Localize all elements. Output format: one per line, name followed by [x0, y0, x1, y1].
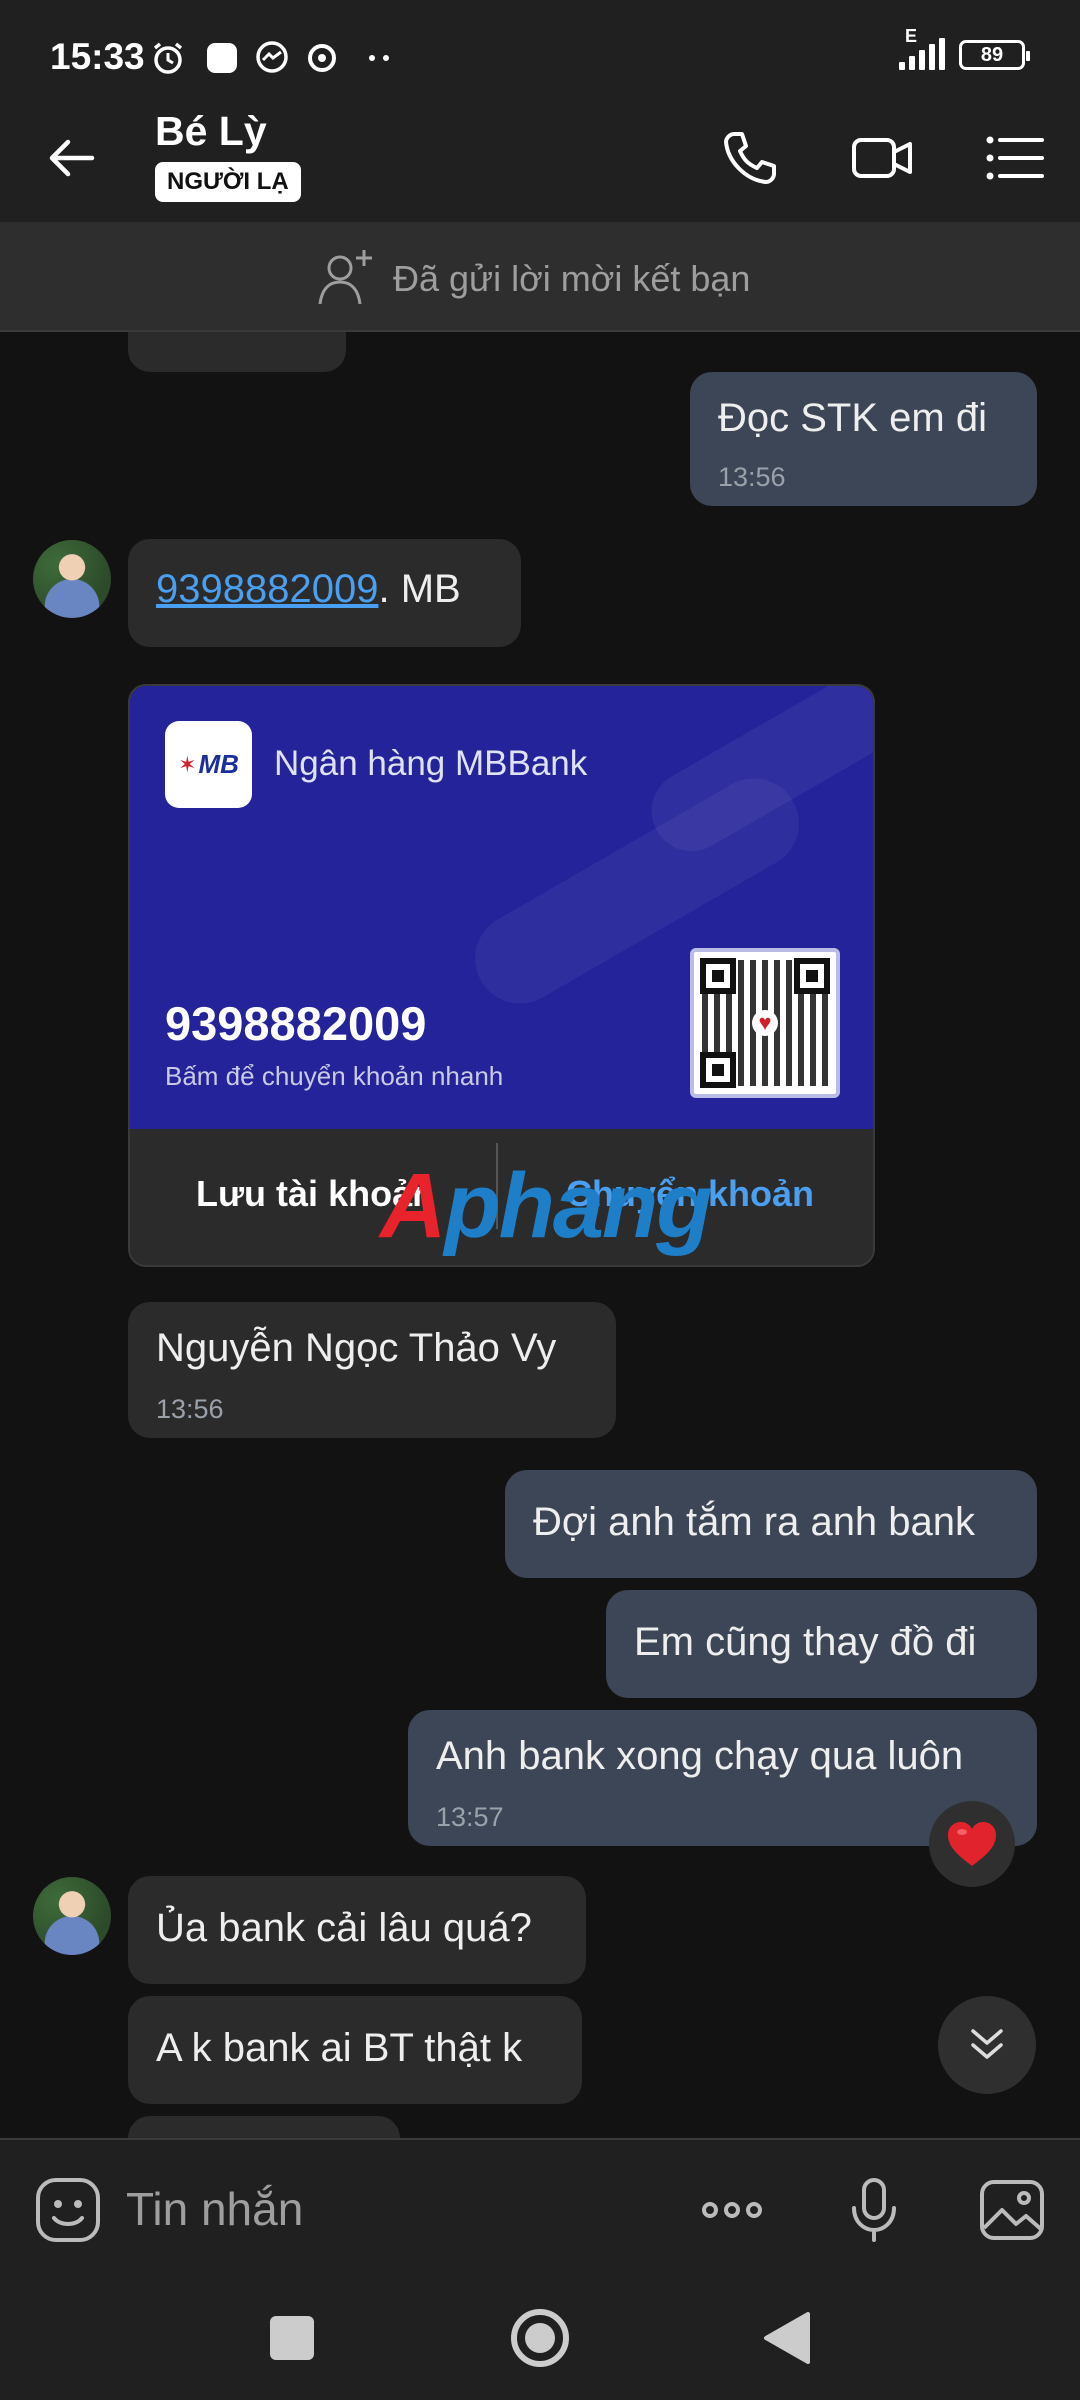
scroll-to-bottom-button[interactable]	[938, 1996, 1036, 2094]
message-bubble-clipped[interactable]	[128, 2116, 400, 2138]
menu-list-icon[interactable]	[982, 126, 1046, 190]
more-dots-icon[interactable]	[696, 2174, 768, 2246]
avatar[interactable]	[33, 540, 111, 618]
message-text: Đọc STK em đi	[718, 396, 987, 440]
chat-area[interactable]: Đọc STK em đi 13:56 9398882009. MB ✶ MB N…	[0, 332, 1080, 2138]
qr-code[interactable]: ♥	[690, 948, 840, 1098]
network-type: E	[905, 26, 918, 46]
stranger-badge: NGƯỜI LẠ	[155, 162, 301, 202]
message-text: Nguyễn Ngọc Thảo Vy	[156, 1326, 557, 1370]
battery-icon: 89	[959, 40, 1030, 70]
messenger-icon	[256, 41, 288, 73]
message-outgoing[interactable]: Em cũng thay đồ đi	[606, 1590, 1037, 1698]
image-icon[interactable]	[976, 2174, 1048, 2246]
message-text: Anh bank xong chạy qua luôn	[436, 1734, 964, 1778]
bank-transfer-card[interactable]: ✶ MB Ngân hàng MBBank 9398882009 Bấm để c…	[128, 684, 875, 1267]
account-number-link[interactable]: 9398882009	[156, 567, 378, 611]
message-bubble-clipped[interactable]	[128, 332, 346, 372]
bank-name: Ngân hàng MBBank	[274, 744, 588, 783]
status-time: 15:33	[50, 36, 145, 77]
contact-name[interactable]: Bé Lỳ	[155, 108, 267, 155]
card-account-number: 9398882009	[165, 997, 427, 1050]
heart-icon	[948, 1822, 996, 1866]
message-incoming[interactable]: Nguyễn Ngọc Thảo Vy 13:56	[128, 1302, 616, 1438]
alarm-icon	[153, 42, 183, 74]
add-friend-icon	[318, 250, 372, 305]
message-text: Em cũng thay đồ đi	[634, 1620, 977, 1664]
message-incoming[interactable]: Ủa bank cải lâu quá?	[128, 1876, 586, 1984]
message-outgoing[interactable]: Đọc STK em đi 13:56	[690, 372, 1037, 506]
message-composer: Tin nhắn	[0, 2138, 1080, 2276]
video-call-icon[interactable]	[850, 126, 914, 190]
message-incoming[interactable]: A k bank ai BT thật k	[128, 1996, 582, 2104]
battery-level: 89	[980, 43, 1004, 66]
status-right: E 89	[899, 26, 1030, 70]
signal-icon: E	[899, 26, 945, 70]
status-bar: 15:33 E 89	[0, 0, 1080, 90]
qr-brand-icon: ♥	[752, 1010, 778, 1036]
message-text: Đợi anh tắm ra anh bank	[533, 1500, 976, 1544]
message-time: 13:56	[718, 462, 786, 492]
friend-request-status: Đã gửi lời mời kết bạn	[393, 258, 751, 299]
microphone-icon[interactable]	[838, 2174, 910, 2246]
sticker-icon[interactable]	[32, 2174, 104, 2246]
sync-icon	[308, 44, 336, 72]
phone-icon[interactable]	[718, 126, 782, 190]
message-time: 13:56	[156, 1394, 224, 1424]
more-status-icon	[369, 55, 389, 61]
friend-request-banner: Đã gửi lời mời kết bạn	[0, 222, 1080, 332]
message-outgoing[interactable]: Đợi anh tắm ra anh bank	[505, 1470, 1037, 1578]
message-input[interactable]: Tin nhắn	[126, 2182, 303, 2236]
home-icon[interactable]	[502, 2300, 578, 2376]
bank-logo: ✶ MB	[165, 721, 252, 808]
divider	[496, 1143, 498, 1229]
message-text: A k bank ai BT thật k	[156, 2026, 523, 2070]
message-text-suffix: . MB	[378, 567, 461, 611]
message-time: 13:57	[436, 1802, 504, 1832]
system-nav-bar	[0, 2276, 1080, 2400]
notification-square-icon	[207, 43, 237, 73]
chat-header: Bé Lỳ NGƯỜI LẠ	[0, 90, 1080, 222]
reaction-badge[interactable]	[929, 1801, 1015, 1887]
recent-apps-icon[interactable]	[254, 2300, 330, 2376]
bank-card-actions: Lưu tài khoản Chuyển khoản	[130, 1129, 873, 1265]
message-text: Ủa bank cải lâu quá?	[156, 1906, 532, 1950]
avatar[interactable]	[33, 1877, 111, 1955]
transfer-button[interactable]: Chuyển khoản	[566, 1173, 814, 1215]
card-hint: Bấm để chuyển khoản nhanh	[165, 1061, 504, 1091]
back-arrow-icon[interactable]	[40, 126, 104, 190]
back-nav-icon[interactable]	[750, 2300, 826, 2376]
message-incoming[interactable]: 9398882009. MB	[128, 539, 521, 647]
chevron-double-down-icon	[971, 2029, 1003, 2059]
save-account-button[interactable]: Lưu tài khoản	[196, 1173, 434, 1215]
bank-card-header[interactable]: ✶ MB Ngân hàng MBBank 9398882009 Bấm để c…	[130, 686, 873, 1129]
